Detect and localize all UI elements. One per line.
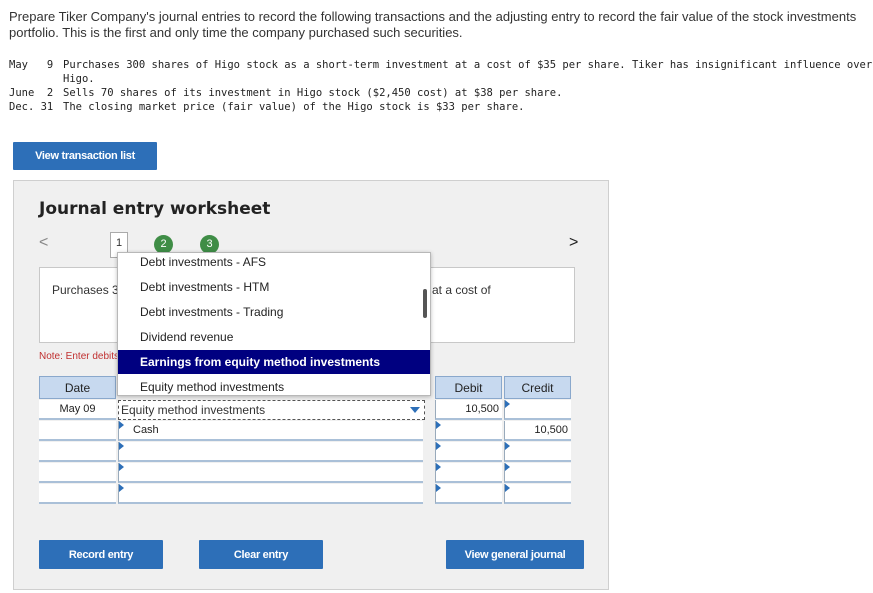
date-cell[interactable]: [39, 421, 116, 441]
account-select[interactable]: Equity method investments: [118, 400, 425, 420]
debit-cell[interactable]: [435, 421, 502, 441]
transaction-row: June 2 Sells 70 shares of its investment…: [9, 86, 873, 100]
credit-cell[interactable]: [504, 463, 571, 483]
date-cell[interactable]: [39, 484, 116, 504]
cell-marker-icon: [119, 484, 124, 492]
view-transaction-list-button[interactable]: View transaction list: [13, 142, 157, 170]
cell-marker-icon: [505, 463, 510, 471]
cell-marker-icon: [436, 484, 441, 492]
transaction-date: June 2: [9, 87, 54, 99]
dropdown-option[interactable]: Debt investments - HTM: [118, 275, 430, 299]
account-cell[interactable]: [118, 442, 423, 462]
clear-entry-button[interactable]: Clear entry: [199, 540, 323, 569]
credit-cell[interactable]: 10,500: [504, 421, 571, 441]
dropdown-scrollbar[interactable]: [423, 289, 427, 318]
entry-note: Note: Enter debits before credits.: [39, 351, 119, 362]
date-cell[interactable]: May 09: [39, 400, 116, 420]
date-column-header: Date: [39, 376, 116, 399]
transaction-text: Sells 70 shares of its investment in Hig…: [63, 87, 563, 99]
transaction-row: May 9 Purchases 300 shares of Higo stock…: [9, 58, 873, 86]
cell-marker-icon: [436, 421, 441, 429]
description-text: Purchases 300 shares of Higo stock as a …: [52, 283, 122, 297]
previous-arrow-icon[interactable]: <: [39, 234, 48, 252]
account-cell[interactable]: [118, 463, 423, 483]
dropdown-option[interactable]: Debt investments - AFS: [118, 253, 430, 274]
credit-cell[interactable]: [504, 484, 571, 504]
debit-column-header: Debit: [435, 376, 502, 399]
dropdown-option[interactable]: Debt investments - Trading: [118, 300, 430, 324]
next-arrow-icon[interactable]: >: [569, 234, 578, 252]
dropdown-option-highlighted[interactable]: Earnings from equity method investments: [118, 350, 430, 374]
credit-cell[interactable]: [504, 400, 571, 420]
credit-cell[interactable]: [504, 442, 571, 462]
debit-cell[interactable]: [435, 442, 502, 462]
credit-column-header: Credit: [504, 376, 571, 399]
cell-marker-icon: [505, 442, 510, 450]
debit-cell[interactable]: [435, 463, 502, 483]
transaction-text: Purchases 300 shares of Higo stock as a …: [63, 59, 873, 85]
cell-marker-icon: [505, 484, 510, 492]
record-entry-button[interactable]: Record entry: [39, 540, 163, 569]
view-general-journal-button[interactable]: View general journal: [446, 540, 584, 569]
account-dropdown-list: Debt investments - AFS Debt investments …: [117, 252, 431, 396]
account-cell[interactable]: [118, 484, 423, 504]
worksheet-title: Journal entry worksheet: [39, 199, 271, 219]
transaction-date: Dec. 31: [9, 101, 54, 113]
transaction-text: The closing market price (fair value) of…: [63, 101, 525, 113]
chevron-down-icon[interactable]: [410, 407, 420, 413]
date-cell[interactable]: [39, 442, 116, 462]
account-select-value: Equity method investments: [121, 403, 266, 417]
cell-marker-icon: [119, 463, 124, 471]
cell-marker-icon: [436, 442, 441, 450]
debit-cell[interactable]: 10,500: [435, 400, 502, 420]
transaction-row: Dec. 31 The closing market price (fair v…: [9, 100, 873, 114]
cell-marker-icon: [119, 421, 124, 429]
cell-marker-icon: [436, 463, 441, 471]
account-cell[interactable]: Cash: [118, 421, 423, 441]
problem-prompt: Prepare Tiker Company's journal entries …: [9, 9, 857, 40]
cell-marker-icon: [505, 400, 510, 408]
cell-marker-icon: [119, 442, 124, 450]
debit-cell[interactable]: [435, 484, 502, 504]
dropdown-option[interactable]: Dividend revenue: [118, 325, 430, 349]
description-text-right: at a cost of: [432, 283, 491, 297]
transaction-list: May 9 Purchases 300 shares of Higo stock…: [9, 58, 873, 114]
transaction-date: May 9: [9, 59, 54, 71]
date-cell[interactable]: [39, 463, 116, 483]
dropdown-option[interactable]: Equity method investments: [118, 375, 430, 395]
